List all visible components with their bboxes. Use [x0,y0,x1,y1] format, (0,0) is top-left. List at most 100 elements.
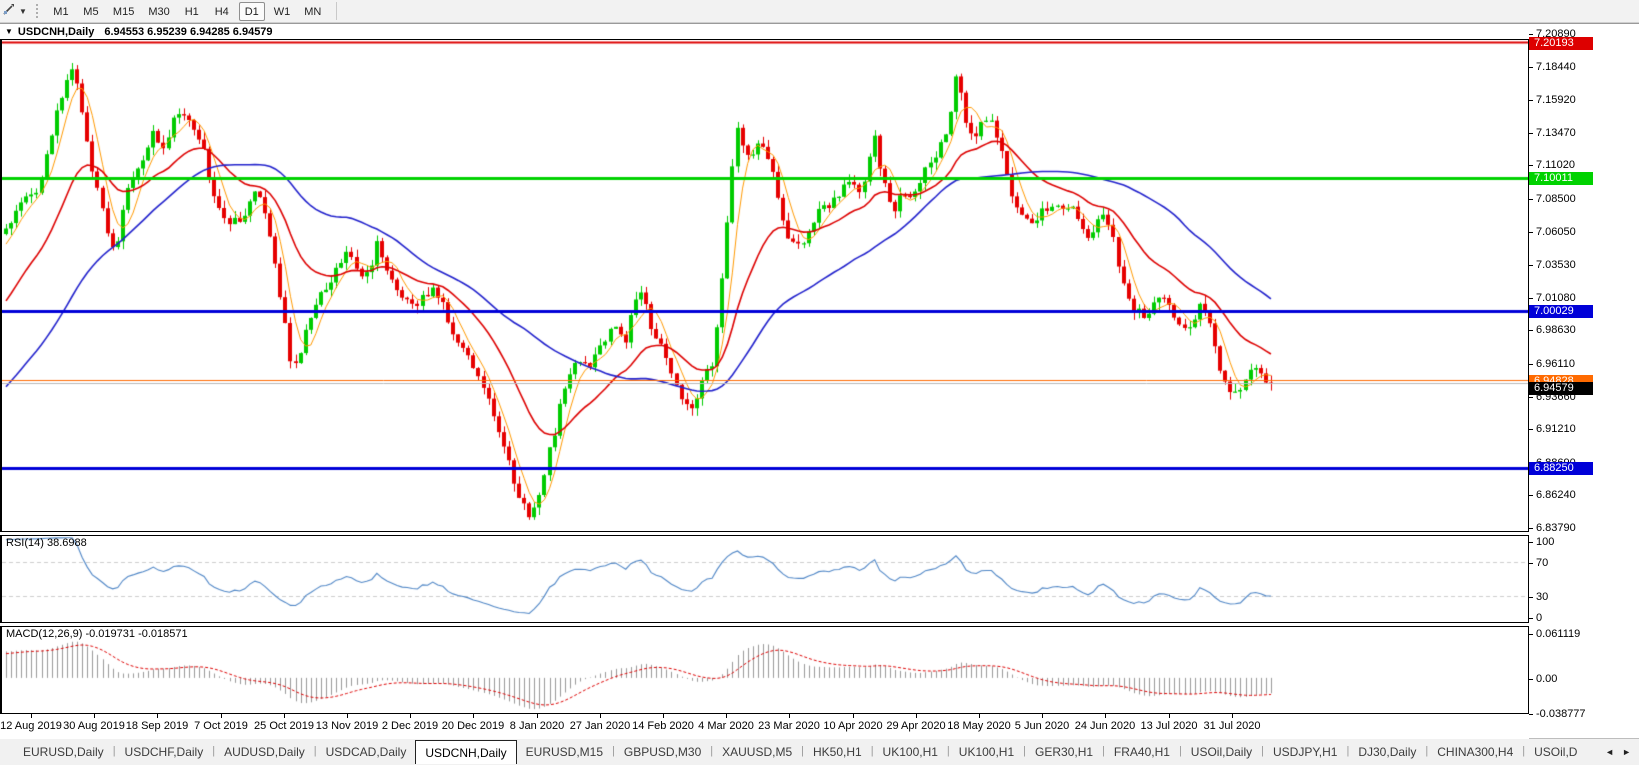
axis-tick [1529,232,1533,233]
date-axis[interactable]: 12 Aug 2019 30 Aug 2019 18 Sep 2019 7 Oct 2… [0,714,1529,739]
price-tick-label: 7.03530 [1536,259,1576,271]
date-tick [473,714,474,718]
macd-canvas[interactable] [2,627,1528,713]
macd-scale-label: -0.038777 [1536,708,1586,720]
date-tick [157,714,158,718]
timeframe-w1[interactable]: W1 [269,2,296,21]
rsi-canvas[interactable] [2,536,1528,622]
tab-dj30-daily[interactable]: DJ30,Daily [1349,739,1425,764]
axis-tick [1529,528,1533,529]
pointer-tool-icon [2,2,16,21]
chevron-down-icon: ▼ [19,6,27,16]
tab-ger30-h1[interactable]: GER30,H1 [1026,739,1102,764]
tab-usoil-daily[interactable]: USOil,Daily [1182,739,1261,764]
axis-tick [1529,265,1533,266]
tab-eurusd-daily[interactable]: EURUSD,Daily [14,739,113,764]
date-label: 5 Jun 2020 [1014,720,1070,732]
date-label: 13 Jul 2020 [1140,720,1198,732]
date-tick [663,714,664,718]
chart-ohlc-values: 6.94553 6.95239 6.94285 6.94579 [104,25,273,38]
macd-scale-label: 0.061119 [1536,628,1581,640]
axis-tick [1529,714,1533,715]
collapse-chart-icon[interactable]: ▼ [5,27,13,36]
timeframe-d1[interactable]: D1 [238,1,265,21]
axis-tick [1529,330,1533,331]
price-tick-label: 6.96110 [1536,358,1575,370]
tab-usdjpy-h1[interactable]: USDJPY,H1 [1264,739,1346,764]
chart-symbol-title: USDCNH,Daily [17,25,95,38]
tab-hk50-h1[interactable]: HK50,H1 [804,739,871,764]
date-label: 14 Feb 2020 [632,720,694,732]
price-tick-label: 7.01080 [1536,292,1576,304]
chart-title-bar: ▼ USDCNH,Daily 6.94553 6.95239 6.94285 6… [0,24,1639,39]
timeframe-toolbar: ▼ M1 M5 M15 M30 H1 H4 D1 W1 MN [0,0,1639,23]
tab-usdcad-daily[interactable]: USDCAD,Daily [317,739,416,764]
axis-tick [1529,34,1533,35]
symbol-tabs: EURUSD,Daily | USDCHF,Daily | AUDUSD,Daily | U… [14,739,1586,764]
axis-tick [1529,133,1533,134]
timeframe-mn[interactable]: MN [299,2,326,21]
tab-usoil-d[interactable]: USOil,D [1525,739,1586,764]
tab-uk100-h1[interactable]: UK100,H1 [950,739,1023,764]
date-label: 31 Jul 2020 [1203,720,1261,732]
date-label: 12 Aug 2019 [0,720,62,732]
timeframe-h4[interactable]: H4 [209,2,235,21]
tab-uk100-h1[interactable]: UK100,H1 [874,739,947,764]
rsi-scale-label: 70 [1536,557,1549,569]
date-label: 18 May 2020 [947,720,1011,732]
timeframe-m1[interactable]: M1 [48,2,74,21]
timeframe-m5[interactable]: M5 [78,2,104,21]
axis-tick [1529,495,1533,496]
tab-scroll-controls: ◄ ► [1603,739,1639,764]
price-tick-label: 7.13470 [1536,127,1576,139]
axis-tick [1529,618,1533,619]
axis-tick [1529,67,1533,68]
axis-tick [1529,563,1533,564]
axis-tick [1529,679,1533,680]
price-tick-label: 7.11020 [1536,159,1575,171]
tab-audusd-daily[interactable]: AUDUSD,Daily [215,739,314,764]
date-tick [31,714,32,718]
tab-usdchf-daily[interactable]: USDCHF,Daily [116,739,213,764]
date-tick [1232,714,1233,718]
date-tick [410,714,411,718]
tab-fra40-h1[interactable]: FRA40,H1 [1105,739,1179,764]
date-label: 27 Jan 2020 [569,720,631,732]
timeframe-m15[interactable]: M15 [108,2,139,21]
rsi-scale-label: 0 [1536,612,1543,624]
current-price-label: 6.94579 [1529,382,1593,395]
main-chart-canvas[interactable] [2,40,1528,531]
date-tick [537,714,538,718]
rsi-scale-label: 30 [1536,591,1549,603]
tab-scroll-right-icon[interactable]: ► [1622,747,1631,757]
tab-eurusd-m15[interactable]: EURUSD,M15 [517,739,612,764]
date-tick [1042,714,1043,718]
level-price-label: 6.88250 [1529,462,1593,475]
macd-panel: MACD(12,26,9) -0.019731 -0.018571 [0,626,1529,714]
tab-xauusd-m5[interactable]: XAUUSD,M5 [713,739,801,764]
date-label: 13 Nov 2019 [315,720,379,732]
pointer-tool-button[interactable]: ▼ [0,2,31,21]
axis-tick [1529,542,1533,543]
price-tick-label: 7.08500 [1536,193,1576,205]
tab-scroll-left-icon[interactable]: ◄ [1605,747,1614,757]
date-label: 10 Apr 2020 [823,720,883,732]
date-tick [1169,714,1170,718]
date-label: 4 Mar 2020 [698,720,754,732]
toolbar-grip[interactable] [34,3,40,19]
price-tick-label: 6.91210 [1536,423,1576,435]
price-tick-label: 6.98630 [1536,324,1576,336]
timeframe-h1[interactable]: H1 [179,2,205,21]
price-axis[interactable]: 7.20890 7.18440 7.15920 7.13470 7.11020 7.085… [1529,24,1639,720]
axis-tick [1529,199,1533,200]
timeframe-buttons: M1 M5 M15 M30 H1 H4 D1 W1 MN [46,1,328,21]
timeframe-m30[interactable]: M30 [143,2,174,21]
tab-gbpusd-m30[interactable]: GBPUSD,M30 [615,739,710,764]
date-tick [789,714,790,718]
price-tick-label: 6.86240 [1536,489,1576,501]
date-tick [284,714,285,718]
level-price-label: 7.00029 [1529,305,1593,318]
tab-china300-h4[interactable]: CHINA300,H4 [1428,739,1522,764]
tab-usdcnh-daily[interactable]: USDCNH,Daily [415,740,517,764]
date-tick [1105,714,1106,718]
